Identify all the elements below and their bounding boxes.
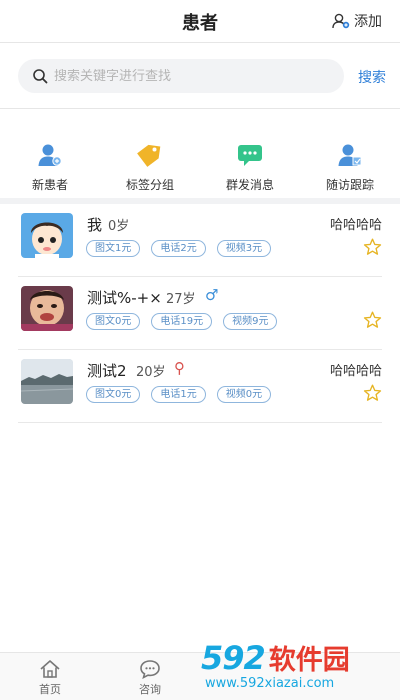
patient-avatar (21, 359, 73, 404)
star-icon[interactable] (363, 238, 382, 260)
add-user-icon (332, 13, 350, 29)
patient-row[interactable]: 测试%-+× 27岁 ♂ 图文0元 电话19元 视频9元 (18, 277, 382, 350)
home-icon (40, 660, 60, 678)
patient-list: 我 0岁 哈哈哈哈 图文1元 电话2元 视频3元 测试%-+× 27岁 ♂ 图文… (0, 204, 400, 423)
follow-up-icon (337, 142, 363, 168)
watermark-url: www.592xiazai.com (205, 676, 335, 691)
service-tag-text: 图文0元 (86, 313, 141, 330)
quick-action-label: 随访跟踪 (325, 178, 374, 192)
patient-note: 哈哈哈哈 (329, 218, 382, 233)
add-patient-button[interactable]: 添加 (332, 11, 382, 31)
quick-action-follow-up[interactable]: 随访跟踪 (300, 132, 400, 198)
quick-action-mass-message[interactable]: 群发消息 (200, 132, 300, 198)
service-tag-video: 视频0元 (216, 386, 272, 403)
tab-home[interactable]: 首页 (0, 653, 100, 700)
search-box[interactable] (18, 59, 344, 93)
tab-consult[interactable]: 咨询 (100, 653, 200, 700)
watermark: 592 软件园 www.592xiazai.com (197, 628, 400, 700)
patient-age: 20岁 (136, 365, 166, 380)
mass-message-icon (237, 142, 263, 168)
spacer (0, 110, 400, 132)
search-input[interactable] (54, 68, 324, 84)
patient-name: 测试2 (87, 362, 127, 380)
top-header: 患者 添加 (0, 0, 400, 43)
new-patient-icon (37, 142, 63, 168)
quick-action-label: 群发消息 (225, 178, 274, 192)
female-icon: ⚲ (174, 359, 185, 377)
star-icon[interactable] (363, 384, 382, 406)
watermark-text: 软件园 (268, 645, 350, 676)
service-tags: 图文1元 电话2元 视频3元 (86, 240, 282, 257)
service-tag-phone: 电话2元 (151, 240, 206, 257)
service-tags: 图文0元 电话19元 视频9元 (86, 313, 288, 330)
star-icon[interactable] (363, 311, 382, 333)
search-area: 搜索 (0, 43, 400, 109)
patient-row[interactable]: 测试2 20岁 ⚲ 哈哈哈哈 图文0元 电话1元 视频0元 (18, 350, 382, 423)
watermark-brand: 592 软件园 (201, 638, 350, 677)
patient-avatar (21, 213, 73, 258)
male-icon: ♂ (205, 286, 219, 304)
chat-icon (140, 660, 160, 679)
tag-group-icon (137, 142, 163, 168)
quick-action-label: 新患者 (31, 178, 68, 192)
watermark-number: 592 (201, 639, 266, 677)
service-tag-phone: 电话1元 (151, 386, 206, 403)
search-button[interactable]: 搜索 (358, 67, 386, 87)
patient-age: 27岁 (166, 292, 196, 307)
add-label: 添加 (354, 14, 382, 30)
quick-actions: 新患者 标签分组 群发消息 随访跟踪 (0, 132, 400, 198)
patient-name: 我 (87, 216, 103, 234)
service-tag-phone: 电话19元 (151, 313, 213, 330)
quick-action-label: 标签分组 (125, 178, 174, 192)
quick-action-new-patient[interactable]: 新患者 (0, 132, 100, 198)
service-tag-text: 图文1元 (86, 240, 141, 257)
quick-action-tag-group[interactable]: 标签分组 (100, 132, 200, 198)
patient-row[interactable]: 我 0岁 哈哈哈哈 图文1元 电话2元 视频3元 (18, 204, 382, 277)
service-tag-video: 视频3元 (216, 240, 272, 257)
tab-label: 咨询 (139, 683, 161, 696)
patient-note: 哈哈哈哈 (329, 364, 382, 379)
service-tag-text: 图文0元 (86, 386, 141, 403)
patient-age: 0岁 (108, 219, 130, 234)
service-tag-video: 视频9元 (223, 313, 278, 330)
patient-name: 测试%-+× (87, 289, 162, 307)
patient-avatar (21, 286, 73, 331)
tab-label: 首页 (39, 683, 61, 696)
search-icon (33, 69, 48, 84)
service-tags: 图文0元 电话1元 视频0元 (86, 386, 282, 403)
